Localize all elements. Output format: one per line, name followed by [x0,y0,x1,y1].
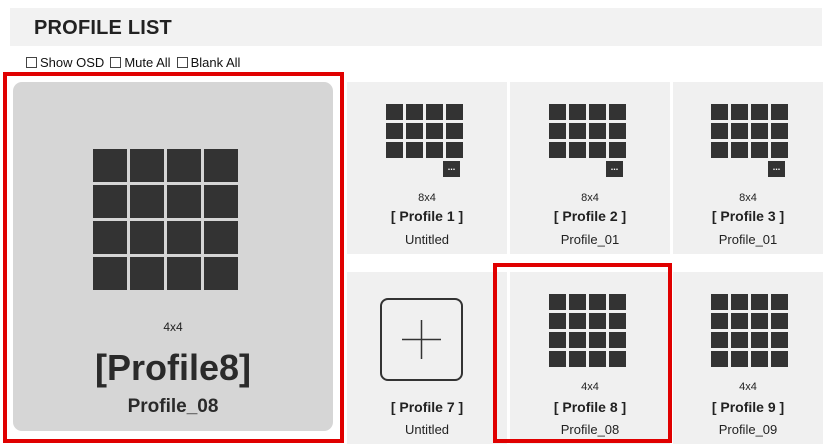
profile-tile-9[interactable]: 4x4 [ Profile 9 ] Profile_09 [673,272,823,444]
profile-tile-3[interactable]: ... 8x4 [ Profile 3 ] Profile_01 [673,82,823,254]
blank-all-label: Blank All [190,54,241,70]
tile-profile-subtitle: Profile_09 [718,422,778,437]
tile-layout-size: 8x4 [581,192,599,204]
tile-layout-size: 8x4 [739,192,757,204]
tile-layout-size: 4x4 [581,381,599,393]
show-osd-option[interactable]: Show OSD [26,55,104,70]
tile-profile-name: [ Profile 3 ] [711,208,785,224]
header-bar: PROFILE LIST [10,8,822,46]
tile-profile-name: [ Profile 9 ] [711,399,785,415]
preview-profile-subtitle: Profile_08 [127,396,219,417]
preview-layout-size: 4x4 [163,320,183,334]
tile-layout-size: 8x4 [418,192,436,204]
blank-all-option[interactable]: Blank All [176,54,241,70]
tile-profile-subtitle: Profile_01 [718,232,778,247]
layout-grid-icon [549,294,626,367]
layout-grid-icon [549,104,626,158]
add-profile-button[interactable] [380,298,463,381]
profile-tile-7[interactable]: [ Profile 7 ] Untitled [347,272,507,444]
tile-profile-name: [ Profile 1 ] [390,208,464,224]
tile-profile-name: [ Profile 7 ] [390,399,464,415]
tile-profile-name: [ Profile 2 ] [553,208,627,224]
show-osd-checkbox[interactable] [26,56,37,68]
profile-tile-2[interactable]: ... 8x4 [ Profile 2 ] Profile_01 [510,82,670,254]
tile-profile-subtitle: Untitled [404,422,450,437]
more-icon: ... [768,161,785,177]
options-bar: Show OSD Mute All Blank All [26,54,246,70]
layout-grid-icon [386,104,463,158]
profile-tile-8[interactable]: 4x4 [ Profile 8 ] Profile_08 [510,272,670,444]
tile-layout-size: 4x4 [739,381,757,393]
tile-profile-subtitle: Profile_08 [560,422,620,437]
mute-all-label: Mute All [124,54,171,70]
layout-grid-icon [711,294,788,367]
mute-all-option[interactable]: Mute All [110,54,171,70]
more-icon: ... [606,161,623,177]
page-title: PROFILE LIST [34,17,172,39]
layout-grid-icon [711,104,788,158]
layout-grid-icon [93,149,238,290]
preview-profile-name: [Profile8] [94,347,252,388]
tile-profile-subtitle: Profile_01 [560,232,620,247]
tile-profile-name: [ Profile 8 ] [553,399,627,415]
profile-preview-card[interactable]: 4x4 [Profile8] Profile_08 [13,82,333,431]
more-icon: ... [443,161,460,177]
blank-all-checkbox[interactable] [176,56,188,68]
mute-all-checkbox[interactable] [110,56,122,68]
plus-icon [402,320,441,359]
show-osd-label: Show OSD [40,54,105,70]
tile-profile-subtitle: Untitled [404,232,450,247]
profile-tile-1[interactable]: ... 8x4 [ Profile 1 ] Untitled [347,82,507,254]
